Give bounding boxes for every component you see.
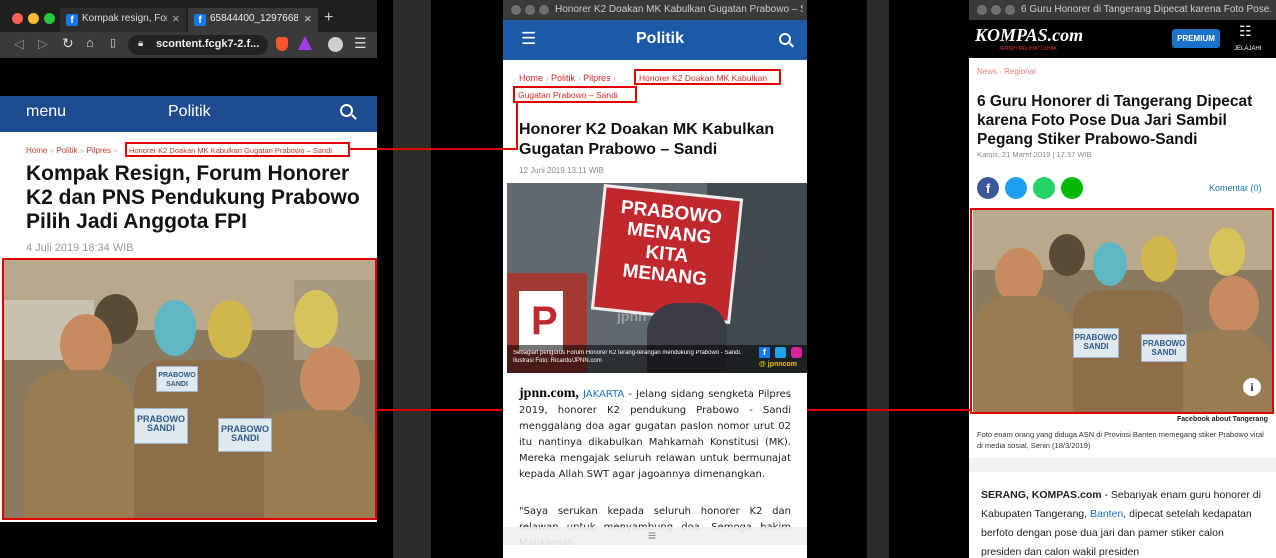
photo-caption-line2: Ilustrasi Foto: Ricardo/JPNN.com [513,358,602,364]
article-title: Kompak Resign, Forum Honorer K2 dan PNS … [26,162,360,233]
menu-icon[interactable]: ☰ [354,35,367,52]
close-window-icon[interactable] [12,13,23,24]
breadcrumb-regional[interactable]: Regional [1004,67,1036,76]
tab-close-icon[interactable]: × [172,11,180,26]
breadcrumb-current: Honorer K2 Doakan MK Kabulkan Gugatan Pr… [129,146,333,155]
facebook-icon: f [194,14,206,26]
reload-icon[interactable]: ↻ [62,35,74,52]
brave-rewards-icon[interactable] [298,36,312,50]
article-body: SERANG, KOMPAS.com - Sebanyak enam guru … [981,486,1267,558]
explore-icon[interactable]: ☷ [1239,23,1252,40]
search-icon-handle [789,42,794,48]
kompas-tagline: JERNIH MELIHAT DUNIA [999,46,1057,52]
article-title: Honorer K2 Doakan MK Kabulkan Gugatan Pr… [519,121,775,158]
browser-window-1: f Kompak resign, Foru × f 65844400_12976… [0,0,377,522]
highlight-photo-box [970,208,1274,414]
breadcrumb-politik[interactable]: Politik [551,73,575,83]
bookmark-icon[interactable]: ▯ [110,36,116,49]
connector-photo-left [377,409,503,411]
url-text: scontent.fcgk7-2.f... [156,38,260,50]
breadcrumb-pilpres[interactable]: Pilpres [583,73,611,83]
lock-icon: 🔒︎ [138,38,144,49]
window-titlebar: 6 Guru Honorer di Tangerang Dipecat kare… [969,0,1276,20]
nav-section-title: Politik [636,30,685,47]
site-navbar: ☰ Politik [503,20,807,60]
breadcrumb-news[interactable]: News [977,67,997,76]
tab-2-title: 65844400_1297668 [210,13,298,24]
dateline-source: jpnn.com, [519,386,579,401]
window-title: Honorer K2 Doakan MK Kabulkan Gugatan Pr… [555,4,803,15]
tab-strip: f Kompak resign, Foru × f 65844400_12976… [0,0,377,32]
dateline-city[interactable]: JAKARTA [583,389,624,400]
black-spacer [0,58,377,96]
body-link-banten[interactable]: Banten [1090,508,1123,520]
address-bar[interactable]: 🔒︎ scontent.fcgk7-2.f... [128,35,268,55]
breadcrumb-pilpres[interactable]: Pilpres [87,146,111,155]
breadcrumb: Home › Politik › Pilpres › [519,73,617,83]
instagram-share-icon[interactable] [791,347,802,358]
window-title: 6 Guru Honorer di Tangerang Dipecat kare… [1021,4,1271,15]
kompas-window: 6 Guru Honorer di Tangerang Dipecat kare… [969,0,1276,558]
tab-close-icon[interactable]: × [304,11,312,26]
comments-link[interactable]: Komentar (0) [1209,183,1262,193]
connector-breadcrumb-horizontal [350,148,517,150]
jpnn-window: Honorer K2 Doakan MK Kabulkan Gugatan Pr… [503,0,807,558]
photo-credit: Facebook about Tangerang [1177,416,1268,423]
breadcrumb-current-line1: Honorer K2 Doakan MK Kabulkan [639,73,768,83]
line-share-icon[interactable] [1061,177,1083,199]
breadcrumb: News › Regional [977,67,1036,76]
profile-avatar-icon[interactable] [328,37,343,52]
breadcrumb-politik[interactable]: Politik [56,146,77,155]
highlight-photo-box [2,258,377,520]
back-icon[interactable]: ◁ [14,36,24,52]
site-header: KOMPAS.com JERNIH MELIHAT DUNIA PREMIUM … [969,20,1276,58]
kompas-logo[interactable]: KOMPAS.com [975,25,1083,46]
nav-menu-button[interactable]: menu [26,103,66,121]
body-source: SERANG, KOMPAS.com [981,489,1102,501]
minimize-window-icon[interactable] [28,13,39,24]
facebook-share-icon[interactable]: f [759,347,770,358]
bottom-toolbar: ≡ [503,527,807,545]
photo-credit: @ jpnncom [759,361,797,368]
breadcrumb: Home » Politik » Pilpres » [26,146,118,155]
tab-1[interactable]: f Kompak resign, Foru × [60,8,186,32]
article-body: jpnn.com, JAKARTA - Jelang sidang sengke… [519,386,791,483]
nav-section-title: Politik [168,103,211,120]
brave-shield-icon[interactable] [276,37,288,51]
premium-button[interactable]: PREMIUM [1172,29,1220,48]
article-title: 6 Guru Honorer di Tangerang Dipecat kare… [977,93,1253,148]
photo-caption-line1: Sebagian pengurus Forum Honorer K2 teran… [513,350,742,356]
paragraph-1: - Jelang sidang sengketa Pilpres 2019, h… [519,389,791,480]
watermark: jpnn [617,308,647,324]
facebook-share-icon[interactable]: f [977,177,999,199]
search-icon-handle [351,114,357,120]
breadcrumb-current-line2: Gugatan Prabowo – Sandi [518,90,618,100]
article-date: Kamis, 21 Maret 2019 | 17:37 WIB [977,150,1092,159]
browser-toolbar: ◁ ▷ ↻ ⌂ ▯ 🔒︎ scontent.fcgk7-2.f... ☰ [0,32,377,58]
forward-icon[interactable]: ▷ [38,36,48,52]
window-titlebar: Honorer K2 Doakan MK Kabulkan Gugatan Pr… [503,0,807,20]
tab-2[interactable]: f 65844400_1297668 × [188,8,318,32]
tab-1-title: Kompak resign, Foru [82,13,167,24]
facebook-icon: f [66,14,78,26]
new-tab-icon[interactable]: + [324,9,333,27]
whatsapp-share-icon[interactable] [1033,177,1055,199]
explore-label: JELAJAHI [1234,46,1262,52]
breadcrumb-home[interactable]: Home [26,146,47,155]
connector-breadcrumb-vertical [516,103,518,150]
connector-photo-right [807,409,970,411]
hamburger-icon[interactable]: ☰ [521,29,536,49]
article-date: 4 Juli 2019 18:34 WIB [26,242,134,254]
protest-poster: PRABOWO MENANG KITA MENANG [590,184,744,324]
home-icon[interactable]: ⌂ [86,35,94,50]
twitter-share-icon[interactable] [1005,177,1027,199]
breadcrumb-home[interactable]: Home [519,73,543,83]
photo-caption: Foto enam orang yang diduga ASN di Provi… [977,430,1264,450]
site-navbar: menu Politik [0,96,377,132]
twitter-share-icon[interactable] [775,347,786,358]
handle-icon[interactable]: ≡ [648,527,656,543]
article-photo: P PRABOWO MENANG KITA MENANG jpnn Sebagi… [507,183,807,373]
maximize-window-icon[interactable] [44,13,55,24]
article-date: 12 Juni 2019 13:11 WIB [519,166,604,175]
